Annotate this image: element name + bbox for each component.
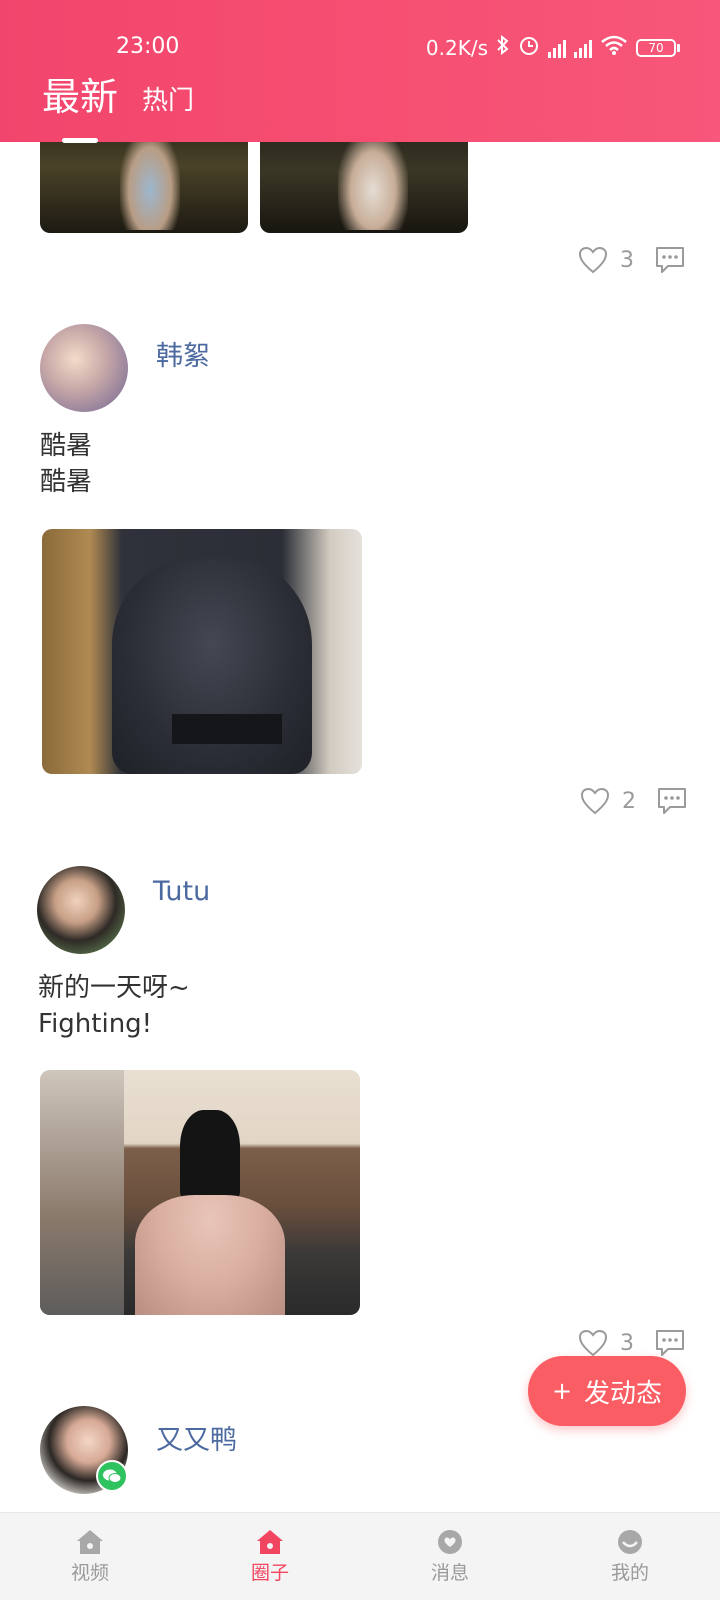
wifi-icon [600, 34, 628, 61]
nav-label: 视频 [70, 1562, 109, 1584]
post-image[interactable] [42, 529, 362, 774]
nav-item-video[interactable]: 视频 [0, 1528, 180, 1585]
nav-label: 消息 [430, 1562, 469, 1584]
like-count: 3 [620, 247, 634, 273]
tab-hot[interactable]: 热门 [142, 80, 194, 121]
post-username[interactable]: 韩絮 [156, 334, 210, 373]
signal-icon [548, 38, 566, 58]
signal-icon-2 [574, 38, 592, 58]
post-dynamic-label: 发动态 [584, 1378, 663, 1409]
wechat-badge-icon [96, 1460, 128, 1492]
profile-icon [618, 1530, 642, 1554]
post-text: 酷暑 酷暑 [40, 428, 92, 500]
comment-icon[interactable] [654, 1328, 686, 1358]
tab-latest-label: 最新 [42, 75, 119, 119]
bluetooth-icon [496, 34, 510, 60]
tab-active-indicator [62, 138, 98, 143]
post-dynamic-button[interactable]: + 发动态 [528, 1356, 686, 1426]
avatar[interactable] [37, 866, 125, 954]
comment-icon[interactable] [656, 786, 688, 816]
post-text-line: 新的一天呀~ [38, 973, 190, 1003]
post-image[interactable] [40, 1070, 360, 1315]
battery-icon: 70 [636, 38, 680, 57]
post-actions: 3 [578, 245, 686, 275]
like-icon[interactable] [578, 246, 608, 274]
post-actions: 3 [578, 1328, 686, 1358]
alarm-icon [518, 34, 540, 61]
top-header: 23:00 0.2K/s 70 最新 热门 [0, 0, 720, 143]
comment-icon[interactable] [654, 245, 686, 275]
like-icon[interactable] [580, 787, 610, 815]
plus-icon: + [551, 1377, 573, 1405]
like-count: 2 [622, 788, 636, 814]
post-username[interactable]: Tutu [153, 876, 210, 907]
avatar[interactable] [40, 324, 128, 412]
message-heart-icon [438, 1530, 462, 1554]
nav-label: 我的 [610, 1562, 649, 1584]
status-time: 23:00 [116, 34, 180, 59]
post-text-line: 酷暑 [40, 431, 93, 461]
battery-level: 70 [636, 38, 676, 57]
nav-label: 圈子 [250, 1562, 289, 1584]
post-text: 新的一天呀~ Fighting! [38, 970, 190, 1042]
status-bar: 23:00 0.2K/s 70 [0, 30, 720, 66]
feed-tabs: 最新 热门 [42, 66, 194, 143]
post-text-line: Fighting! [38, 1009, 153, 1039]
circle-home-icon [257, 1530, 283, 1554]
bottom-navigation: 视频 圈子 消息 我的 [0, 1512, 720, 1600]
post-text-line: 酷暑 [40, 467, 93, 497]
post-username[interactable]: 又又鸭 [156, 1418, 237, 1457]
nav-item-profile[interactable]: 我的 [540, 1528, 720, 1585]
like-icon[interactable] [578, 1329, 608, 1357]
tab-latest[interactable]: 最新 [42, 66, 119, 143]
like-count: 3 [620, 1330, 634, 1356]
network-speed: 0.2K/s [425, 35, 488, 60]
home-icon [77, 1530, 103, 1554]
nav-item-circle[interactable]: 圈子 [180, 1528, 360, 1585]
post-actions: 2 [580, 786, 688, 816]
nav-item-messages[interactable]: 消息 [360, 1528, 540, 1585]
status-icons: 0.2K/s 70 [426, 34, 680, 61]
